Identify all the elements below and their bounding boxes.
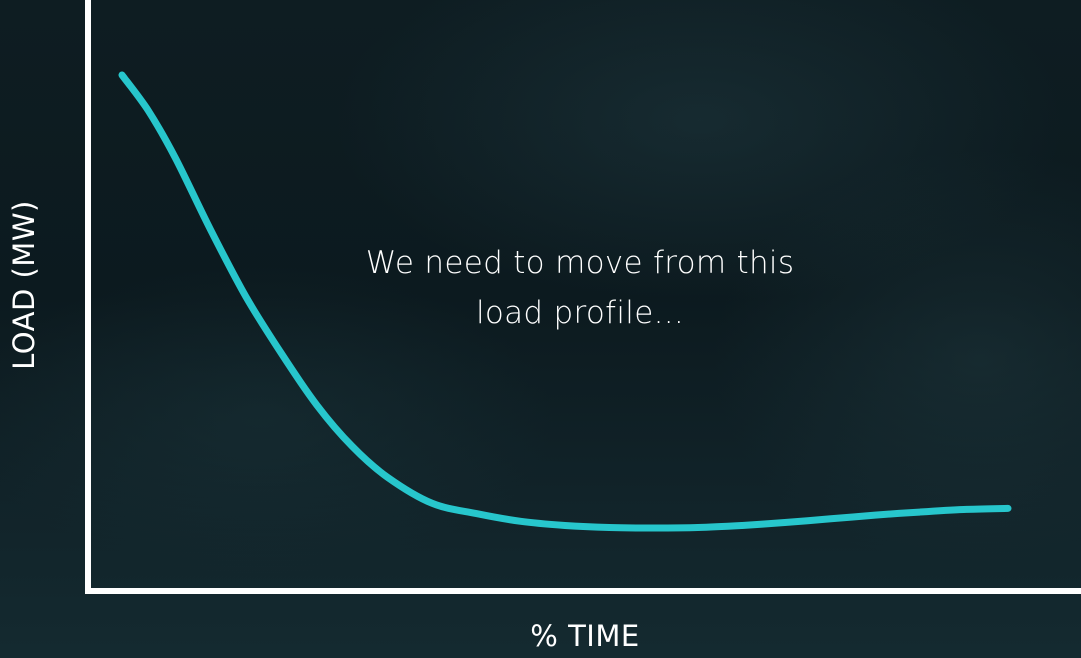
slide: We need to move from this load profile..… bbox=[0, 0, 1081, 658]
y-axis-label: LOAD (MW) bbox=[7, 200, 41, 370]
annotation-line-1: We need to move from this bbox=[365, 245, 795, 281]
annotation-line-2: load profile... bbox=[475, 295, 685, 331]
chart-annotation: We need to move from this load profile..… bbox=[330, 238, 830, 338]
x-axis-label: % TIME bbox=[530, 619, 640, 653]
